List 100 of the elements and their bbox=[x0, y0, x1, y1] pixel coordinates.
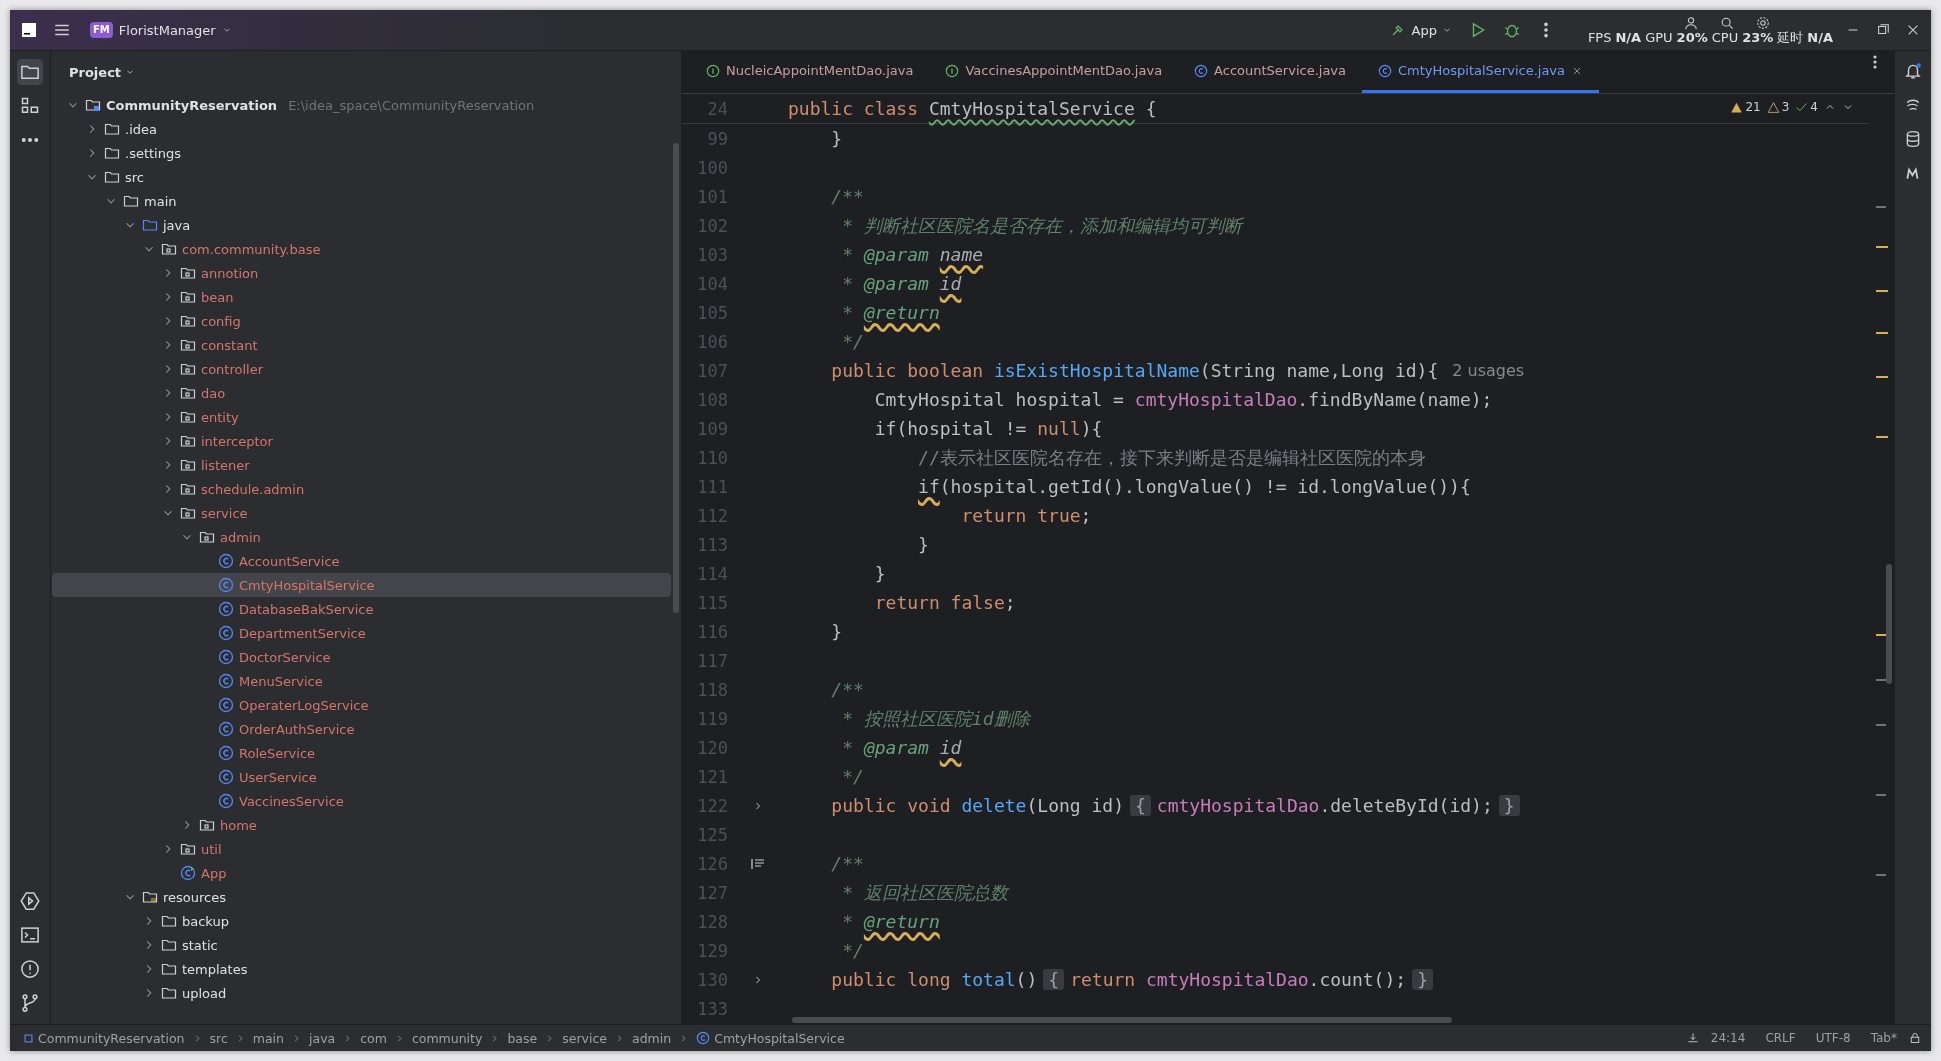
scrollbar[interactable] bbox=[673, 143, 679, 613]
run-configuration[interactable]: App bbox=[1386, 18, 1456, 42]
breadcrumb[interactable]: service bbox=[559, 1030, 610, 1046]
line-separator[interactable]: CRLF bbox=[1757, 1031, 1804, 1045]
tree-item[interactable]: OperaterLogService bbox=[52, 693, 671, 717]
tree-item[interactable]: interceptor bbox=[52, 429, 671, 453]
package-icon bbox=[180, 409, 196, 425]
breadcrumb[interactable]: main bbox=[249, 1030, 287, 1046]
module-icon bbox=[23, 1032, 34, 1044]
tree-item[interactable]: util bbox=[52, 837, 671, 861]
tree-item[interactable]: config bbox=[52, 309, 671, 333]
indent-setting[interactable]: Tab* bbox=[1862, 1031, 1905, 1045]
tree-item[interactable]: OrderAuthService bbox=[52, 717, 671, 741]
class-icon bbox=[218, 745, 234, 761]
editor-tab[interactable]: AccountService.java bbox=[1178, 51, 1362, 93]
package-icon bbox=[180, 481, 196, 497]
code-text: } bbox=[873, 563, 886, 584]
breadcrumb[interactable]: admin bbox=[629, 1030, 675, 1046]
code-text: * @param id bbox=[841, 737, 962, 758]
code-text: public long total() { return cmtyHospitalDao.count(); } bbox=[788, 969, 1439, 990]
tree-item[interactable]: com.community.base bbox=[52, 237, 671, 261]
tree-item[interactable]: DoctorService bbox=[52, 645, 671, 669]
caret-position[interactable]: 24:14 bbox=[1702, 1031, 1754, 1045]
breadcrumb[interactable]: src bbox=[206, 1030, 231, 1046]
code-text: * @param id bbox=[841, 273, 962, 294]
class-icon bbox=[218, 697, 234, 713]
code-text: public class CmtyHospitalService { bbox=[788, 98, 1157, 119]
tree-item[interactable]: DepartmentService bbox=[52, 621, 671, 645]
breadcrumb[interactable]: CmtyHospitalService bbox=[693, 1030, 848, 1046]
tree-item[interactable]: resources bbox=[52, 885, 671, 909]
editor-tab[interactable]: NucleicAppointMentDao.java bbox=[690, 51, 930, 93]
passed-count[interactable]: 4 bbox=[1795, 100, 1818, 114]
code-text: /** bbox=[830, 186, 864, 207]
tree-item[interactable]: bean bbox=[52, 285, 671, 309]
tree-item[interactable]: static bbox=[52, 933, 671, 957]
tree-item[interactable]: .settings bbox=[52, 141, 671, 165]
tree-item[interactable]: MenuService bbox=[52, 669, 671, 693]
weak-warning-count[interactable]: 3 bbox=[1766, 100, 1790, 114]
tree-item[interactable]: annotion bbox=[52, 261, 671, 285]
code-text: public void delete(Long id) { cmtyHospitalDao.deleteById(id); } bbox=[788, 795, 1526, 816]
tree-item[interactable]: templates bbox=[52, 957, 671, 981]
tree-item[interactable]: App bbox=[52, 861, 671, 885]
tree-item[interactable]: upload bbox=[52, 981, 671, 1005]
tree-item[interactable]: src bbox=[52, 165, 671, 189]
code-text: if(hospital != null){ bbox=[873, 418, 1103, 439]
package-icon bbox=[180, 289, 196, 305]
folder-icon bbox=[161, 937, 177, 953]
tree-item[interactable]: RoleService bbox=[52, 741, 671, 765]
tree-item[interactable]: DatabaseBakService bbox=[52, 597, 671, 621]
recent-projects-button[interactable]: FM FloristManager bbox=[84, 18, 238, 42]
tree-item[interactable]: home bbox=[52, 813, 671, 837]
tree-item[interactable]: AccountService bbox=[52, 549, 671, 573]
tree-item[interactable]: schedule.admin bbox=[52, 477, 671, 501]
tree-item[interactable]: dao bbox=[52, 381, 671, 405]
package-icon bbox=[180, 841, 196, 857]
package-icon bbox=[199, 529, 215, 545]
tree-item[interactable]: CmtyHospitalService bbox=[52, 573, 671, 597]
tree-item[interactable]: backup bbox=[52, 909, 671, 933]
tree-item[interactable]: entity bbox=[52, 405, 671, 429]
check-icon bbox=[1795, 100, 1809, 114]
breadcrumb[interactable]: CommunityReservation bbox=[20, 1030, 188, 1046]
warning-icon bbox=[1766, 100, 1780, 114]
tree-item[interactable]: UserService bbox=[52, 765, 671, 789]
tree-item[interactable]: CommunityReservation E:\idea_space\CommunityReservation bbox=[52, 93, 671, 117]
tree-item[interactable]: .idea bbox=[52, 117, 671, 141]
tree-item[interactable]: controller bbox=[52, 357, 671, 381]
code-text: } bbox=[917, 534, 929, 555]
resources-folder-icon bbox=[142, 889, 158, 905]
class-icon bbox=[218, 577, 234, 593]
breadcrumb[interactable]: com bbox=[357, 1030, 390, 1046]
editor-tab[interactable]: VaccinesAppointMentDao.java bbox=[929, 51, 1179, 93]
warning-count[interactable]: 21 bbox=[1730, 100, 1761, 114]
file-encoding[interactable]: UTF-8 bbox=[1807, 1031, 1859, 1045]
folder-icon bbox=[161, 913, 177, 929]
breadcrumb[interactable]: java bbox=[306, 1030, 339, 1046]
tree-item[interactable]: VaccinesService bbox=[52, 789, 671, 813]
stat-label: CPU bbox=[1711, 31, 1739, 45]
package-icon bbox=[180, 361, 196, 377]
tree-item[interactable]: listener bbox=[52, 453, 671, 477]
tree-item[interactable]: service bbox=[52, 501, 671, 525]
stat-value: 20% bbox=[1676, 31, 1708, 45]
class-icon bbox=[218, 793, 234, 809]
usages-hint[interactable]: 2 usages bbox=[1452, 361, 1525, 380]
tree-item[interactable]: java bbox=[52, 213, 671, 237]
tree-item[interactable]: constant bbox=[52, 333, 671, 357]
class-icon bbox=[218, 649, 234, 665]
stat-value: N/A bbox=[1807, 31, 1833, 45]
scrollbar[interactable] bbox=[1886, 564, 1892, 684]
class-icon bbox=[1194, 63, 1209, 78]
breadcrumb[interactable]: base bbox=[504, 1030, 541, 1046]
tree-item[interactable]: admin bbox=[52, 525, 671, 549]
project-view-selector[interactable]: Project bbox=[63, 63, 142, 81]
class-icon bbox=[696, 1031, 711, 1045]
breadcrumb[interactable]: community bbox=[408, 1030, 486, 1046]
class-icon bbox=[218, 625, 234, 641]
interface-icon bbox=[706, 63, 720, 78]
tree-item[interactable]: main bbox=[52, 189, 671, 213]
package-icon bbox=[180, 313, 196, 329]
app-class-icon bbox=[180, 865, 196, 881]
scrollbar[interactable] bbox=[792, 1017, 1452, 1023]
